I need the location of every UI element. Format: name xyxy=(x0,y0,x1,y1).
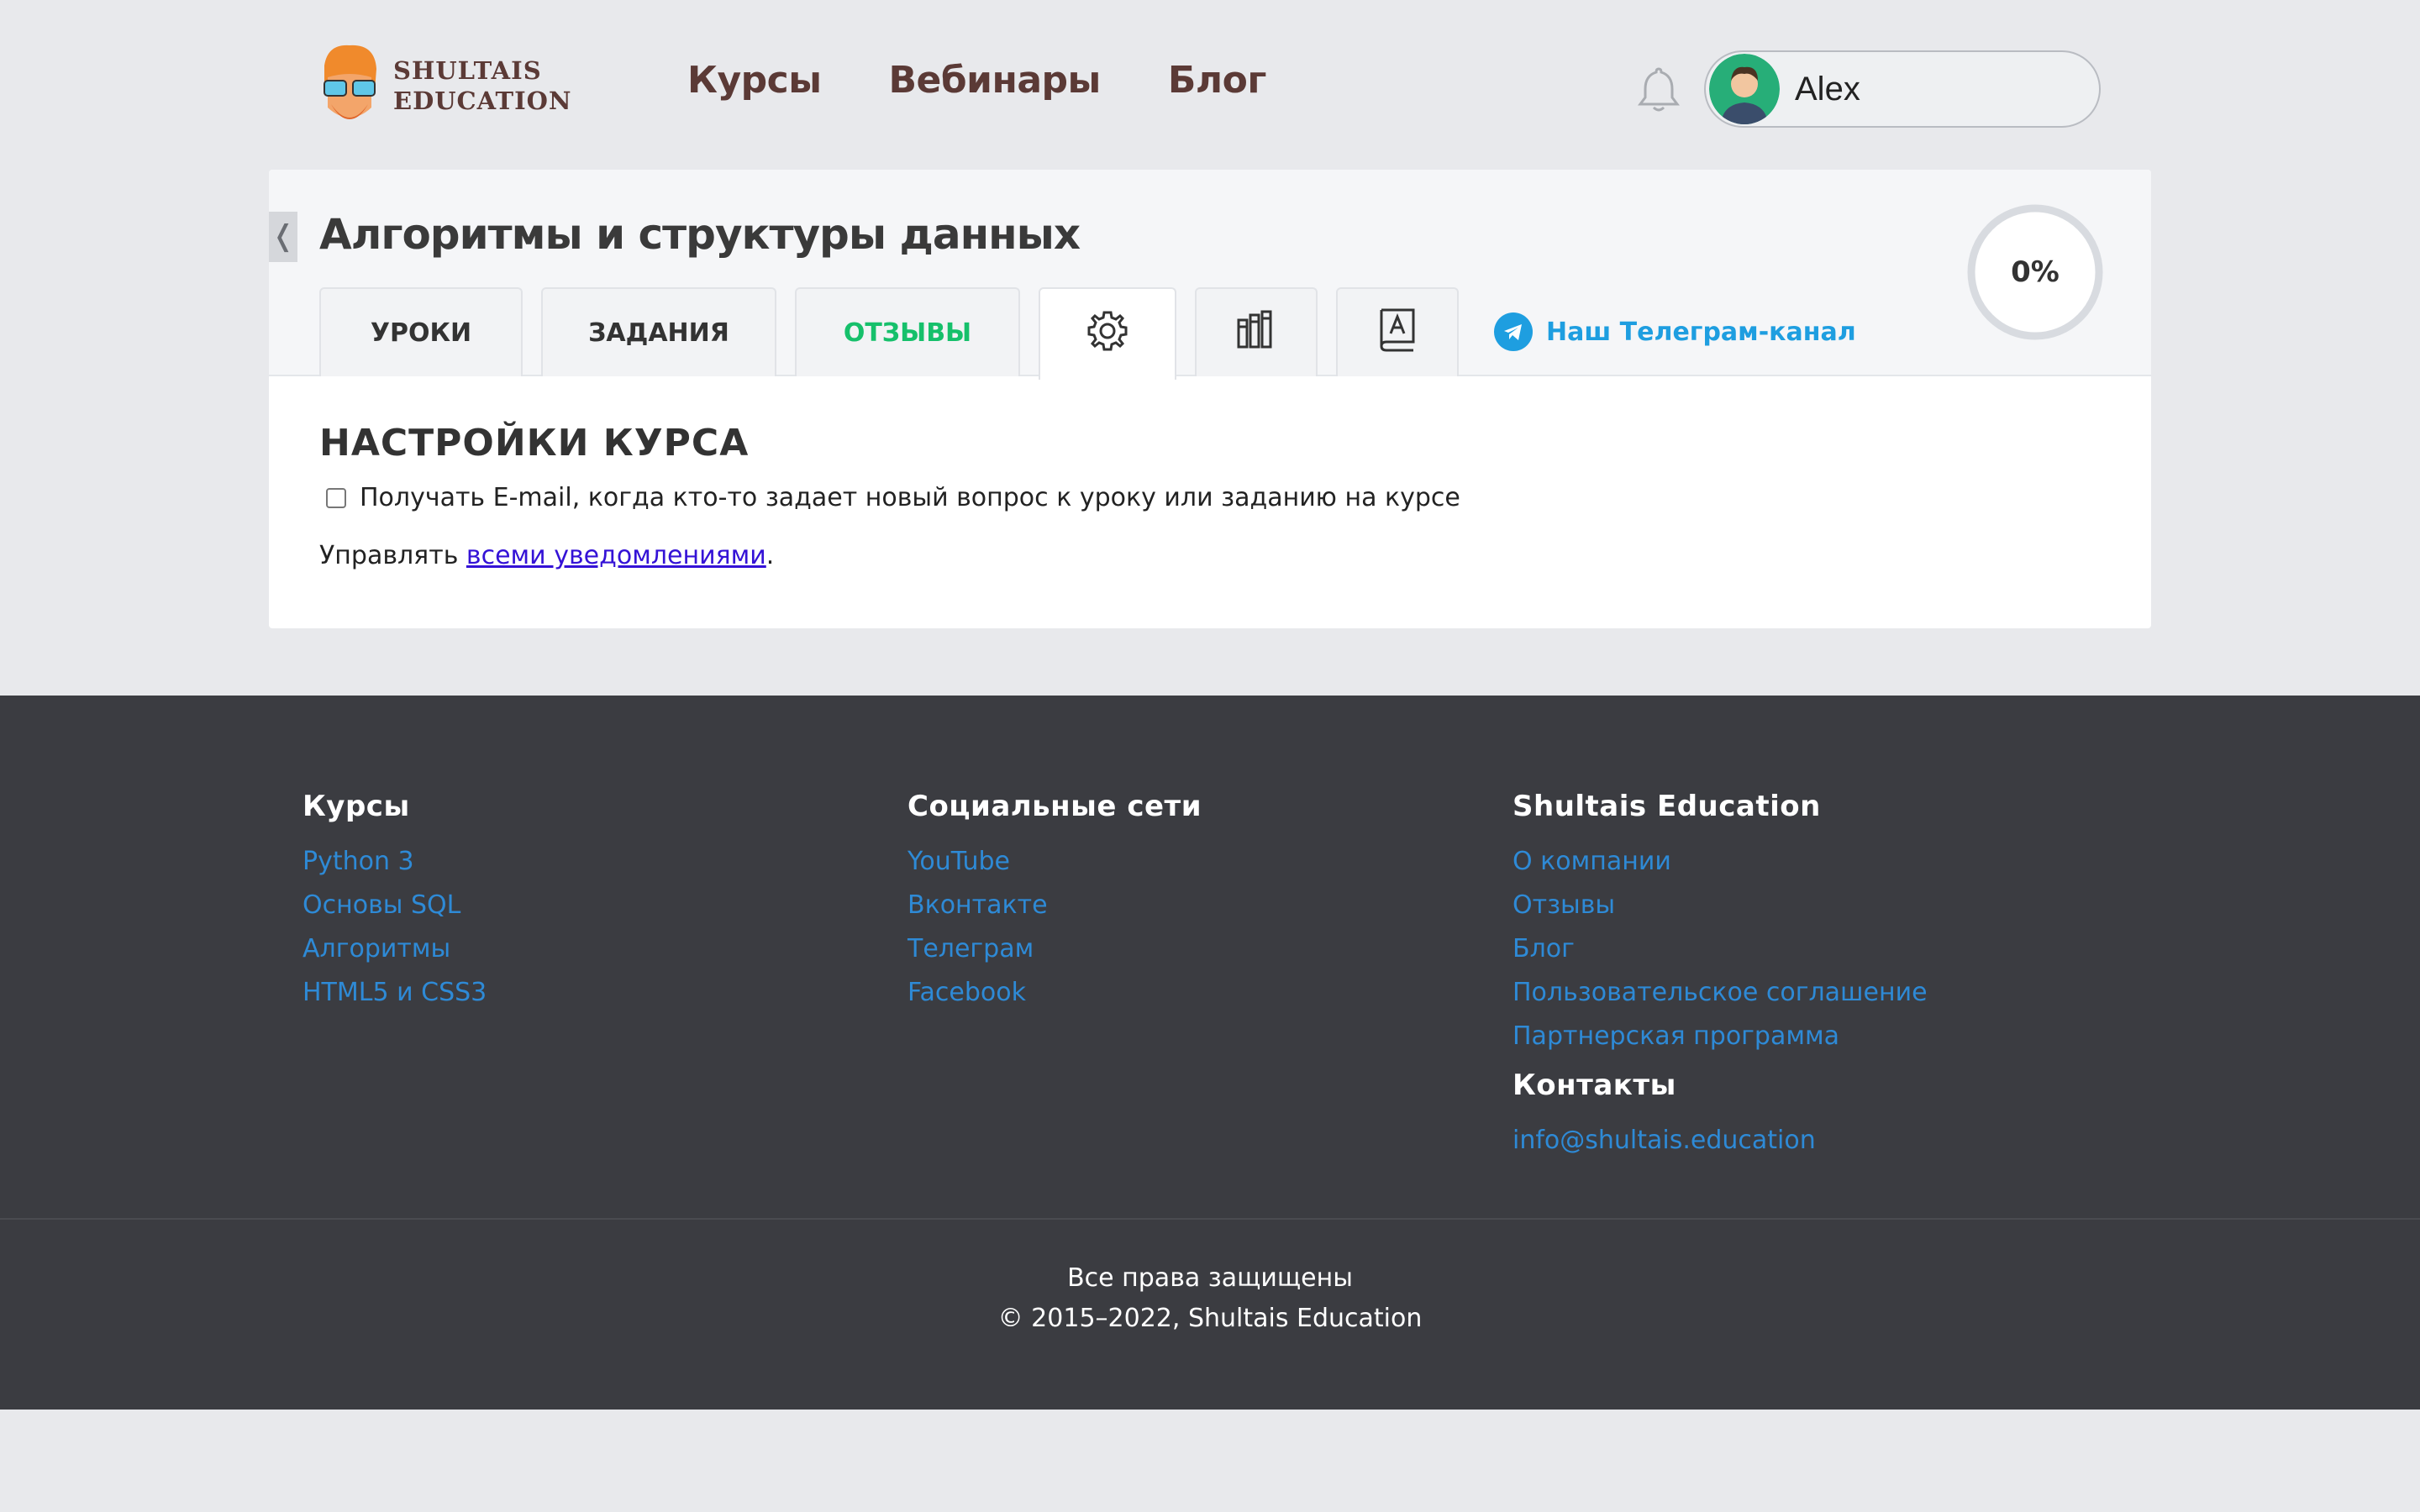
course-card: ❬ Алгоритмы и структуры данных УРОКИ ЗАД… xyxy=(269,170,2151,628)
logo-line-2: EDUCATION xyxy=(393,87,572,115)
avatar xyxy=(1709,54,1780,124)
all-notifications-link[interactable]: всеми уведомлениями xyxy=(466,541,766,570)
footer-link-telegram[interactable]: Телеграм xyxy=(908,927,1202,971)
header: SHULTAIS EDUCATION Курсы Вебинары Блог A… xyxy=(0,0,2420,168)
footer-link-facebook[interactable]: Facebook xyxy=(908,971,1202,1015)
chevron-left-icon[interactable]: ❬ xyxy=(269,212,297,262)
footer-link-sql[interactable]: Основы SQL xyxy=(302,884,487,927)
telegram-icon xyxy=(1494,312,1533,351)
rights-text: Все права защищены xyxy=(1067,1263,1353,1293)
tab-settings[interactable] xyxy=(1039,287,1176,380)
footer-link-algorithms[interactable]: Алгоритмы xyxy=(302,927,487,971)
footer-link-youtube[interactable]: YouTube xyxy=(908,840,1202,884)
books-icon xyxy=(1235,308,1277,357)
email-notify-label: Получать E-mail, когда кто-то задает нов… xyxy=(360,483,1460,512)
footer-link-python[interactable]: Python 3 xyxy=(302,840,487,884)
tab-lessons[interactable]: УРОКИ xyxy=(319,287,523,376)
footer-link-about[interactable]: О компании xyxy=(1512,840,1928,884)
footer-courses-heading: Курсы xyxy=(302,790,410,823)
user-menu[interactable]: Alex xyxy=(1704,50,2101,128)
user-name: Alex xyxy=(1795,70,1860,108)
manage-prefix: Управлять xyxy=(319,541,466,570)
footer-link-blog[interactable]: Блог xyxy=(1512,927,1928,971)
footer-link-partners[interactable]: Партнерская программа xyxy=(1512,1015,1928,1058)
course-header: ❬ Алгоритмы и структуры данных УРОКИ ЗАД… xyxy=(269,170,2151,380)
footer-link-email[interactable]: info@shultais.education xyxy=(1512,1119,1928,1163)
tab-library[interactable] xyxy=(1195,287,1318,376)
copyright-text: © 2015–2022, Shultais Education xyxy=(997,1304,1423,1333)
bell-icon[interactable] xyxy=(1634,64,1684,114)
settings-title: НАСТРОЙКИ КУРСА xyxy=(319,422,750,465)
email-notify-option: Получать E-mail, когда кто-то задает нов… xyxy=(319,483,2101,512)
footer-company-heading: Shultais Education xyxy=(1512,790,1821,823)
footer-courses: Курсы Python 3 Основы SQL Алгоритмы HTML… xyxy=(302,790,487,1015)
logo-mascot-icon xyxy=(316,40,383,131)
footer-divider xyxy=(0,1218,2420,1220)
telegram-link[interactable]: Наш Телеграм-канал xyxy=(1494,311,1856,353)
tab-glossary[interactable] xyxy=(1336,287,1459,376)
manage-suffix: . xyxy=(765,541,775,570)
nav-webinars[interactable]: Вебинары xyxy=(889,59,1102,102)
tab-tasks[interactable]: ЗАДАНИЯ xyxy=(541,287,776,376)
nav-blog[interactable]: Блог xyxy=(1168,59,1266,102)
settings-section: НАСТРОЙКИ КУРСА Получать E-mail, когда к… xyxy=(319,422,2101,570)
footer-contacts-heading: Контакты xyxy=(1512,1068,1676,1102)
telegram-label: Наш Телеграм-канал xyxy=(1546,317,1856,347)
course-tabs: УРОКИ ЗАДАНИЯ ОТЗЫВЫ Наш Телеграм-канал xyxy=(319,287,1856,380)
footer-link-terms[interactable]: Пользовательское соглашение xyxy=(1512,971,1928,1015)
footer-copyright: Все права защищены © 2015–2022, Shultais… xyxy=(0,1258,2420,1339)
footer-link-html-css[interactable]: HTML5 и CSS3 xyxy=(302,971,487,1015)
footer-social: Социальные сети YouTube Вконтакте Телегр… xyxy=(908,790,1202,1015)
dictionary-icon xyxy=(1376,307,1418,359)
footer-link-vk[interactable]: Вконтакте xyxy=(908,884,1202,927)
progress-value: 0% xyxy=(2011,255,2060,289)
footer: Курсы Python 3 Основы SQL Алгоритмы HTML… xyxy=(0,696,2420,1410)
page-title: Алгоритмы и структуры данных xyxy=(319,210,1081,259)
logo-text: SHULTAIS EDUCATION xyxy=(393,55,571,116)
footer-social-heading: Социальные сети xyxy=(908,790,1202,823)
main-nav: Курсы Вебинары Блог xyxy=(687,59,1266,102)
tab-reviews[interactable]: ОТЗЫВЫ xyxy=(795,287,1020,376)
progress-ring: 0% xyxy=(1966,203,2104,341)
logo[interactable]: SHULTAIS EDUCATION xyxy=(316,39,571,133)
gear-icon xyxy=(1085,308,1130,360)
manage-notifications: Управлять всеми уведомлениями. xyxy=(319,541,2101,570)
footer-company: Shultais Education О компании Отзывы Бло… xyxy=(1512,790,1928,1163)
email-notify-checkbox[interactable] xyxy=(326,487,346,508)
footer-link-reviews[interactable]: Отзывы xyxy=(1512,884,1928,927)
logo-line-1: SHULTAIS xyxy=(393,56,542,85)
nav-courses[interactable]: Курсы xyxy=(687,59,822,102)
